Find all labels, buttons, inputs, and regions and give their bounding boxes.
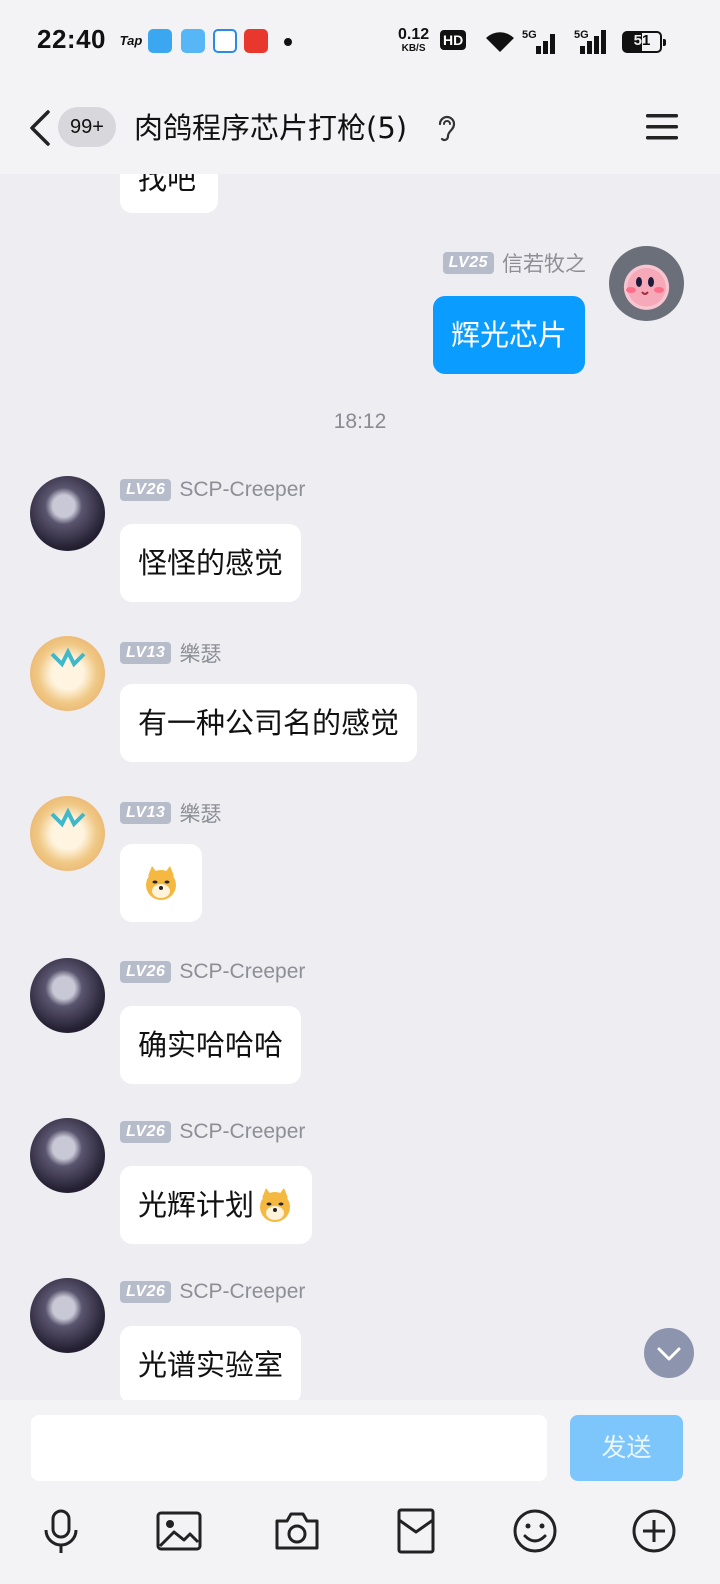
message-meta: LV26 SCP-Creeper [120, 960, 305, 984]
avatar[interactable] [30, 476, 105, 551]
avatar[interactable] [30, 636, 105, 711]
chat-header: 99+ 肉鸽程序芯片打枪(5) [0, 84, 720, 174]
doge-emoji-icon [260, 1188, 291, 1222]
message-own: LV25 信若牧之 辉光芯片 [0, 246, 720, 378]
svg-text:5G: 5G [574, 29, 589, 41]
message-bubble[interactable]: 怪怪的感觉 [120, 524, 302, 602]
doge-emoji-icon [146, 866, 176, 900]
sender-name[interactable]: 樂瑟 [179, 638, 221, 668]
message-bubble[interactable]: 辉光芯片 [433, 296, 586, 374]
level-badge: LV26 [120, 1121, 172, 1143]
plus-icon[interactable] [629, 1506, 679, 1556]
avatar[interactable] [30, 958, 105, 1033]
sender-name[interactable]: SCP-Creeper [179, 960, 305, 984]
svg-text:5G: 5G [522, 29, 537, 41]
signal-icon: 5G [522, 29, 555, 54]
hd-icon: HD [440, 30, 467, 50]
chat-app-icon [213, 29, 237, 53]
message-item: LV13 樂瑟 [0, 796, 720, 926]
notification-dot [284, 38, 292, 46]
avatar[interactable] [30, 796, 105, 871]
message-meta: LV26 SCP-Creeper [120, 1280, 305, 1304]
avatar[interactable] [609, 246, 684, 321]
message-meta: LV26 SCP-Creeper [120, 1120, 305, 1144]
level-badge: LV26 [120, 479, 172, 501]
time-divider: 18:12 [333, 410, 387, 433]
level-badge: LV13 [120, 802, 172, 824]
message-bubble[interactable]: 有一种公司名的感觉 [120, 684, 418, 762]
microphone-icon[interactable] [36, 1506, 86, 1556]
message-item: LV26 SCP-Creeper 确实哈哈哈 [0, 958, 720, 1088]
chat-title[interactable]: 肉鸽程序芯片打枪(5) [134, 108, 407, 148]
sender-name[interactable]: 樂瑟 [179, 798, 221, 828]
unread-badge[interactable]: 99+ [58, 107, 116, 147]
app-icon [181, 29, 205, 53]
avatar[interactable] [30, 1118, 105, 1193]
camera-icon[interactable] [272, 1506, 322, 1556]
message-meta: LV25 信若牧之 [442, 248, 586, 278]
menu-icon[interactable] [646, 110, 678, 144]
back-arrow-icon[interactable] [26, 108, 56, 148]
tap-app-icon: Tap [119, 33, 143, 48]
level-badge: LV26 [120, 961, 172, 983]
message-meta: LV13 樂瑟 [120, 798, 221, 828]
emoji-icon[interactable] [510, 1506, 560, 1556]
scroll-down-button[interactable] [644, 1328, 694, 1378]
level-badge: LV13 [120, 642, 172, 664]
net-speed: 0.12 KB/S [398, 26, 430, 55]
signal-icon-2: 5G [574, 29, 606, 54]
battery-icon: 51 [622, 31, 666, 53]
red-packet-icon[interactable] [391, 1506, 441, 1556]
message-bubble[interactable]: 光辉计划 [120, 1166, 313, 1244]
ear-icon[interactable] [436, 112, 458, 144]
sender-name[interactable]: 信若牧之 [502, 248, 586, 278]
image-icon[interactable] [154, 1506, 204, 1556]
music-app-icon [244, 29, 268, 53]
message-meta: LV26 SCP-Creeper [120, 478, 305, 502]
status-time: 22:40 [37, 24, 106, 54]
message-item: LV26 SCP-Creeper 光辉计划 [0, 1118, 720, 1248]
composer: 发送 [0, 1400, 720, 1584]
send-button[interactable]: 发送 [570, 1415, 683, 1481]
status-bar: 22:40 Tap 0.12 KB/S HD 5G 5G 51 [0, 0, 720, 84]
message-input[interactable] [31, 1415, 547, 1481]
avatar[interactable] [30, 1278, 105, 1353]
message-item: LV26 SCP-Creeper 怪怪的感觉 [0, 476, 720, 606]
message-item: LV13 樂瑟 有一种公司名的感觉 [0, 636, 720, 766]
level-badge: LV25 [442, 252, 494, 274]
wifi-icon [486, 32, 514, 52]
chevron-down-icon [657, 1347, 681, 1361]
level-badge: LV26 [120, 1281, 172, 1303]
sender-name[interactable]: SCP-Creeper [179, 1280, 305, 1304]
sender-name[interactable]: SCP-Creeper [179, 478, 305, 502]
message-meta: LV13 樂瑟 [120, 638, 221, 668]
message-bubble[interactable]: 确实哈哈哈 [120, 1006, 302, 1084]
message-bubble[interactable] [120, 844, 202, 922]
message-bubble[interactable]: 光谱实验室 [120, 1326, 302, 1404]
sender-name[interactable]: SCP-Creeper [179, 1120, 305, 1144]
weather-app-icon [148, 29, 172, 53]
message-item: LV26 SCP-Creeper 光谱实验室 [0, 1278, 720, 1404]
